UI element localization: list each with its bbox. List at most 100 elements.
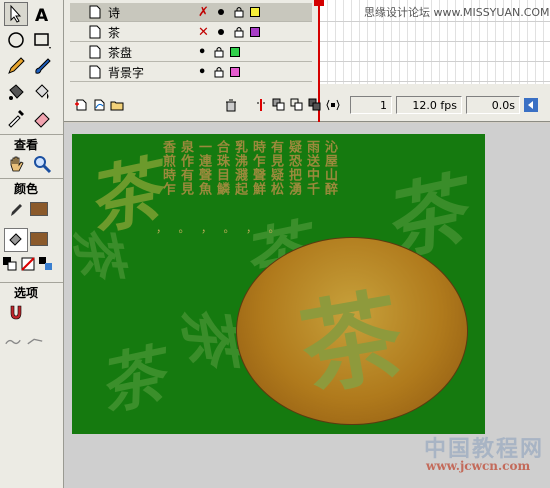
layer-icon — [89, 45, 101, 59]
lock-icon[interactable] — [234, 26, 244, 38]
layer-name: 背景字 — [108, 65, 145, 80]
frame-row-divider — [319, 61, 550, 62]
text-icon: A — [35, 6, 49, 24]
snap-to-objects-button[interactable] — [4, 300, 28, 324]
frame-row-divider — [319, 81, 550, 82]
motion-guide-icon — [94, 99, 105, 111]
zoom-tool[interactable] — [30, 152, 54, 176]
divider — [0, 134, 63, 135]
rectangle-icon — [34, 33, 51, 49]
divider — [0, 282, 63, 283]
poem-column: 一連聲魚 — [196, 140, 211, 196]
poem-column: 疑恐把湧 — [286, 140, 301, 196]
edit-frames-icon — [308, 98, 321, 111]
center-frame-button[interactable] — [254, 98, 268, 112]
layer-outline-color[interactable] — [250, 27, 260, 37]
smooth-button[interactable] — [4, 330, 22, 354]
current-frame-field: 1 — [350, 96, 392, 114]
layer-row[interactable]: 茶盘 • — [70, 43, 312, 62]
poem-column: 時乍聲鮮 — [250, 140, 265, 196]
trash-icon — [226, 99, 236, 112]
bg-char: 茶 — [72, 218, 133, 283]
subselection-tool[interactable] — [4, 2, 28, 26]
onion-skin-outlines-button[interactable] — [290, 98, 304, 112]
layer-dot[interactable] — [218, 9, 224, 15]
watermark-url: www.jcwcn.com — [426, 459, 531, 473]
arrow-left-icon — [528, 101, 533, 109]
layer-visibility-marker[interactable]: • — [198, 65, 214, 80]
swap-colors-icon — [39, 257, 52, 270]
timeline-toolbar: 1 12.0 fps 0.0s — [64, 94, 550, 116]
layer-row[interactable]: 诗 ✗ — [70, 3, 312, 22]
insert-folder-button[interactable] — [110, 98, 124, 112]
layer-icon — [89, 25, 101, 39]
layer-outline-color[interactable] — [230, 47, 240, 57]
poem-column: 合珠目鱗 — [214, 140, 229, 196]
layer-visibility-marker[interactable]: ✕ — [198, 25, 214, 40]
paint-bucket-tool[interactable] — [30, 80, 54, 104]
svg-text:A: A — [35, 6, 49, 24]
layer-row[interactable]: 背景字 • — [70, 63, 312, 82]
stroke-color-tool[interactable] — [4, 198, 28, 222]
add-motion-guide-button[interactable] — [92, 98, 106, 112]
layer-dot[interactable] — [218, 29, 224, 35]
layer-visibility-marker[interactable]: • — [198, 45, 214, 60]
colors-section-label: 颜色 — [14, 182, 39, 196]
eraser-tool[interactable] — [30, 106, 54, 130]
straighten-button[interactable] — [26, 330, 44, 354]
paint-bucket-icon — [35, 84, 49, 99]
layer-row[interactable]: 茶 ✕ — [70, 23, 312, 42]
delete-layer-button[interactable] — [224, 98, 238, 112]
center-frame-icon — [257, 99, 265, 111]
hand-tool[interactable] — [4, 152, 28, 176]
ink-bottle-icon — [9, 84, 24, 100]
lock-icon[interactable] — [214, 46, 224, 58]
layer-outline-color[interactable] — [230, 67, 240, 77]
brush-icon — [35, 58, 51, 74]
poem-column: 泉作有見 — [178, 140, 193, 196]
default-colors-button[interactable] — [2, 256, 18, 272]
text-tool[interactable]: A — [30, 2, 54, 26]
stage-canvas[interactable]: 茶 茶 茶 茶 茶 茶 香煎時乍 泉作有見 一連聲魚 合珠目鱗 乳沸濺起 時乍聲… — [72, 134, 485, 434]
layer-name: 诗 — [108, 5, 121, 20]
rectangle-tool[interactable] — [30, 28, 54, 52]
scroll-left-button[interactable] — [524, 98, 538, 112]
markers-icon — [326, 99, 340, 111]
layer-icon — [89, 65, 101, 79]
no-color-icon — [21, 257, 35, 271]
view-section-label: 查看 — [14, 138, 39, 152]
divider — [0, 178, 63, 179]
eyedropper-tool[interactable] — [4, 106, 28, 130]
fill-color-tool[interactable] — [4, 228, 28, 252]
pencil-small-icon — [11, 204, 22, 216]
layer-visibility-marker[interactable]: ✗ — [198, 5, 214, 20]
oval-icon — [8, 32, 24, 48]
swap-colors-button[interactable] — [38, 256, 54, 272]
ink-bottle-tool[interactable] — [4, 80, 28, 104]
tools-panel: A 查看 颜色 选项 — [0, 0, 64, 488]
default-colors-icon — [3, 257, 17, 271]
stroke-color-swatch[interactable] — [30, 202, 48, 216]
straighten-icon — [27, 338, 43, 345]
onion-skin-icon — [272, 98, 285, 111]
onion-skin-button[interactable] — [272, 98, 286, 112]
layer-name: 茶盘 — [108, 45, 133, 60]
insert-layer-button[interactable] — [74, 98, 88, 112]
poem-column: 雨送中千 — [304, 140, 319, 196]
poem-column: 沁屋山醉 — [322, 140, 337, 196]
modify-markers-button[interactable] — [326, 98, 340, 112]
brush-tool[interactable] — [30, 54, 54, 78]
work-area: 茶 茶 茶 茶 茶 茶 香煎時乍 泉作有見 一連聲魚 合珠目鱗 乳沸濺起 時乍聲… — [64, 123, 550, 488]
lock-icon[interactable] — [214, 66, 224, 78]
oval-tool[interactable] — [4, 28, 28, 52]
no-color-button[interactable] — [20, 256, 36, 272]
smooth-icon — [5, 339, 21, 345]
pencil-tool[interactable] — [4, 54, 28, 78]
edit-multiple-frames-button[interactable] — [308, 98, 322, 112]
fill-color-swatch[interactable] — [30, 232, 48, 246]
poem-column: 香煎時乍 — [160, 140, 175, 196]
frame-row-divider — [319, 41, 550, 42]
lock-icon[interactable] — [234, 6, 244, 18]
layer-outline-color[interactable] — [250, 7, 260, 17]
layer-name: 茶 — [108, 25, 121, 40]
